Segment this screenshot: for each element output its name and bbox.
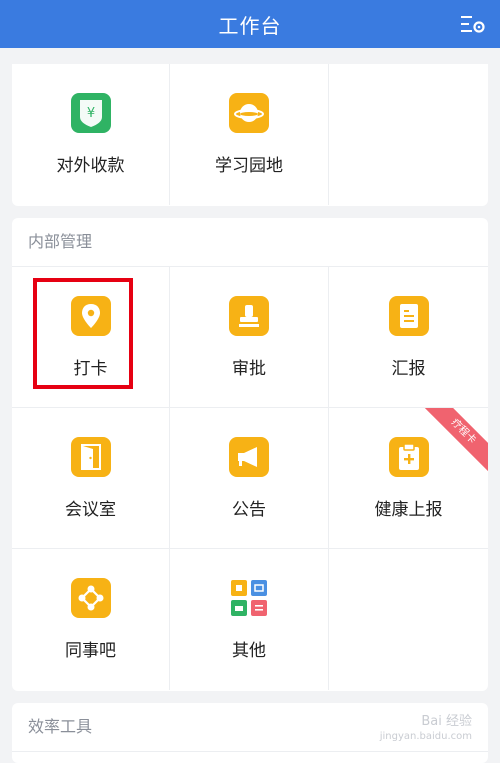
watermark: Bai 经验 jingyan.baidu.com — [380, 714, 472, 744]
app-tile-check-in[interactable]: 打卡 — [12, 267, 170, 408]
app-tile-learning-garden[interactable]: 学习园地 — [170, 64, 329, 205]
app-tile-label: 学习园地 — [215, 156, 283, 176]
app-tile-label: 审批 — [232, 358, 266, 379]
app-tile-label: 对外收款 — [56, 156, 125, 176]
app-tile-label: 会议室 — [65, 499, 116, 520]
empty-tile — [329, 549, 488, 690]
empty-tile — [329, 64, 488, 205]
ribbon-badge: 疗程卡 — [418, 408, 488, 478]
app-tile-meeting-room[interactable]: 会议室 — [12, 408, 170, 549]
app-tile-health-report[interactable]: 疗程卡 健康上报 — [329, 408, 488, 549]
app-tile-announcement[interactable]: 公告 — [170, 408, 329, 549]
yuan-shield-icon: ¥ — [70, 93, 111, 133]
megaphone-icon — [229, 436, 269, 477]
location-pin-icon — [70, 295, 111, 336]
app-tile-label: 同事吧 — [65, 641, 116, 661]
network-icon — [70, 578, 111, 618]
stamp-icon — [229, 295, 269, 336]
app-tile-label: 其他 — [232, 641, 266, 661]
app-tile-label: 汇报 — [391, 358, 426, 379]
app-tile-label: 打卡 — [73, 358, 108, 379]
page-title: 工作台 — [218, 13, 282, 38]
app-tile-report[interactable]: 汇报 — [329, 267, 488, 408]
app-tile-label: 健康上报 — [374, 499, 443, 520]
settings-icon[interactable] — [460, 11, 486, 37]
app-tile-approval[interactable]: 审批 — [170, 267, 329, 408]
watermark-text: Bai 经验 — [421, 714, 472, 729]
apps-grid-icon — [229, 578, 269, 618]
app-tile-label: 公告 — [232, 499, 266, 520]
door-icon — [70, 436, 111, 477]
app-tile-colleagues[interactable]: 同事吧 — [12, 549, 170, 690]
planet-icon — [229, 93, 269, 133]
app-tile-external-payment[interactable]: ¥ 对外收款 — [12, 64, 170, 205]
app-tile-other[interactable]: 其他 — [170, 549, 329, 690]
corner-ribbon: 疗程卡 — [418, 408, 488, 478]
document-icon — [388, 295, 429, 336]
svg-text:¥: ¥ — [86, 106, 94, 121]
internal-management-card: 内部管理 打卡 审批 汇报 会议室 公告 疗程卡 健康上报 同事吧 其他 — [12, 218, 488, 691]
app-card-top: ¥ 对外收款 学习园地 — [12, 64, 488, 206]
top-bar: 工作台 — [0, 0, 500, 48]
section-title: 内部管理 — [12, 218, 488, 267]
watermark-url: jingyan.baidu.com — [379, 731, 472, 742]
